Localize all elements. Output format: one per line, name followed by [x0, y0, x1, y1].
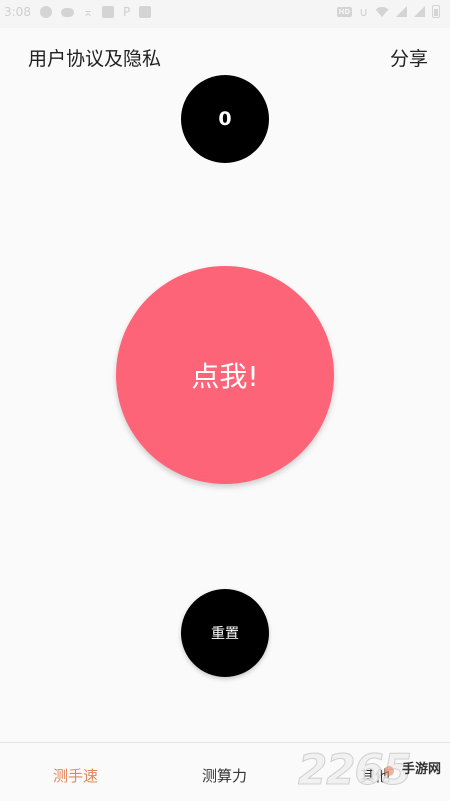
wifi-icon	[375, 6, 389, 17]
tab-hand-speed[interactable]: 测手速	[53, 765, 98, 786]
user-agreement-privacy-link[interactable]: 用户协议及隐私	[28, 44, 161, 71]
status-right-group: HD ∪	[336, 4, 440, 19]
bottom-nav: 测手速 测算力 其他	[0, 742, 450, 801]
tap-me-label: 点我!	[191, 360, 259, 393]
reset-button[interactable]: 重置	[181, 589, 269, 677]
chat-icon	[60, 7, 74, 17]
hd-badge: HD	[336, 6, 353, 17]
reset-label: 重置	[211, 626, 239, 642]
signal-2-icon	[414, 6, 425, 17]
vibrate-icon: ∪	[359, 4, 368, 19]
signal-icon	[396, 6, 407, 17]
tap-me-button[interactable]: 点我!	[116, 266, 334, 484]
tab-calculation[interactable]: 测算力	[202, 765, 247, 786]
tab-other[interactable]: 其他	[360, 765, 390, 786]
battery-icon	[432, 5, 440, 18]
tap-count-value: 0	[218, 108, 232, 130]
share-button[interactable]: 分享	[390, 44, 428, 71]
mail-icon	[102, 6, 115, 18]
p-icon: P	[123, 5, 131, 19]
notification-icon	[39, 6, 52, 18]
tap-counter: 0	[181, 75, 269, 163]
status-bar: 3:08 ⌅ P HD ∪	[0, 0, 450, 28]
status-time: 3:08	[4, 5, 31, 19]
status-left-group: 3:08 ⌅ P	[4, 5, 152, 19]
app-icon	[139, 6, 152, 18]
download-icon: ⌅	[82, 5, 94, 19]
